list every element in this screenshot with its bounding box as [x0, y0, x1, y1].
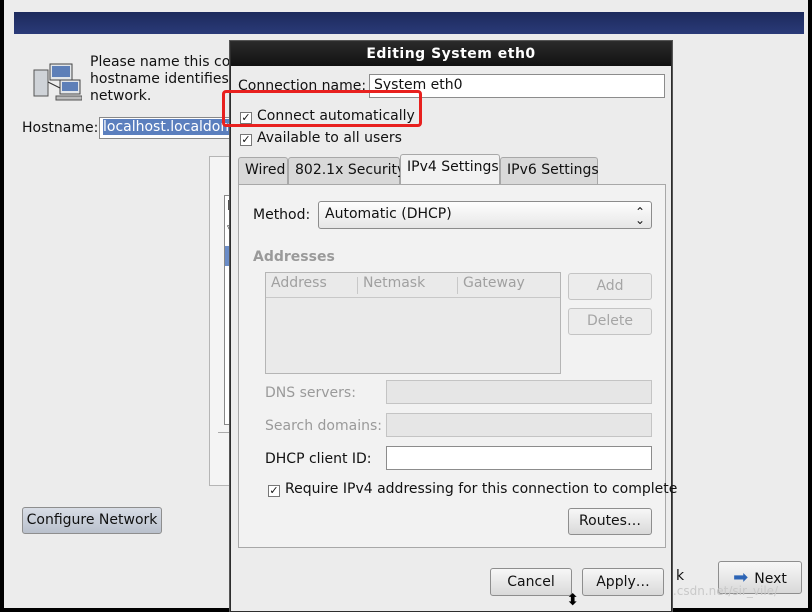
- require-ipv4-label: Require IPv4 addressing for this connect…: [285, 481, 678, 497]
- dns-servers-label: DNS servers:: [265, 385, 356, 401]
- back-button-partial[interactable]: k: [676, 568, 684, 584]
- intro-line: hostname identifies th: [90, 71, 248, 87]
- available-all-users-label: Available to all users: [257, 130, 402, 146]
- column-separator: [357, 277, 358, 294]
- routes-button[interactable]: Routes…: [568, 508, 652, 535]
- installer-header-bar: [14, 12, 804, 34]
- column-gateway[interactable]: Gateway: [463, 275, 525, 291]
- apply-button[interactable]: Apply…: [582, 568, 664, 596]
- checkmark-icon: ✓: [240, 133, 252, 146]
- ipv4-settings-panel: Method: Automatic (DHCP) ⌃ ⌄ Addresses Ad…: [238, 184, 677, 548]
- require-ipv4-checkbox[interactable]: ✓ Require IPv4 addressing for this connec…: [268, 481, 677, 497]
- delete-button[interactable]: Delete: [568, 308, 652, 335]
- tab-8021x-security[interactable]: 802.1x Security: [288, 157, 405, 184]
- table-header-row: Address Netmask Gateway: [266, 273, 560, 298]
- method-value: Automatic (DHCP): [325, 206, 452, 222]
- addresses-header: Addresses: [253, 249, 335, 265]
- checkmark-icon: ✓: [268, 484, 280, 497]
- tab-ipv6-settings[interactable]: IPv6 Settings: [500, 157, 599, 184]
- dhcp-client-id-label: DHCP client ID:: [265, 451, 372, 467]
- cancel-button[interactable]: Cancel: [490, 568, 572, 596]
- dialog-title: Editing System eth0: [231, 42, 671, 66]
- column-netmask[interactable]: Netmask: [363, 275, 425, 291]
- method-label: Method:: [253, 207, 311, 223]
- addresses-table[interactable]: Address Netmask Gateway: [265, 272, 561, 374]
- tab-ipv4-settings[interactable]: IPv4 Settings: [400, 154, 500, 184]
- available-all-users-checkbox[interactable]: ✓ Available to all users: [240, 130, 402, 146]
- dhcp-client-id-input[interactable]: [386, 446, 652, 470]
- red-highlight-box: [222, 90, 422, 127]
- column-address[interactable]: Address: [271, 275, 327, 291]
- mouse-cursor-icon: ⬍: [566, 590, 580, 609]
- network-computers-icon: [33, 63, 82, 101]
- hostname-label: Hostname:: [22, 120, 99, 136]
- method-select[interactable]: Automatic (DHCP) ⌃ ⌄: [318, 201, 652, 229]
- column-separator: [457, 277, 458, 294]
- intro-line: Please name this com: [90, 54, 244, 70]
- tab-wired[interactable]: Wired: [238, 157, 288, 184]
- configure-network-button[interactable]: Configure Network: [22, 507, 162, 534]
- dns-servers-input[interactable]: [386, 380, 652, 404]
- search-domains-label: Search domains:: [265, 418, 382, 434]
- add-button[interactable]: Add: [568, 273, 652, 300]
- search-domains-input[interactable]: [386, 413, 652, 437]
- updown-chevron-icon: ⌃ ⌄: [634, 205, 645, 227]
